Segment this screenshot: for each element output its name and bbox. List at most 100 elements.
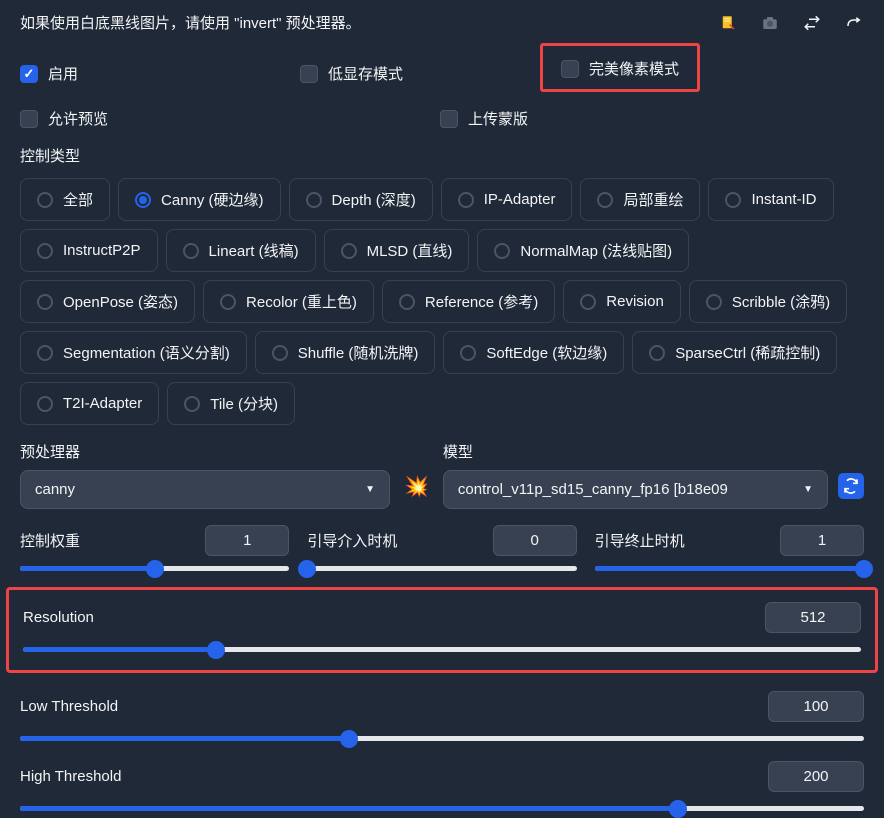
radio-circle (580, 294, 596, 310)
control-type-radio[interactable]: SoftEdge (软边缘) (443, 331, 624, 374)
radio-circle (220, 294, 236, 310)
radio-label: Depth (深度) (332, 189, 416, 210)
low-threshold-slider[interactable] (20, 736, 864, 741)
radio-circle (306, 192, 322, 208)
control-type-radio[interactable]: NormalMap (法线贴图) (477, 229, 689, 272)
model-value: control_v11p_sd15_canny_fp16 [b18e09 (458, 481, 728, 498)
uploadmask-checkbox-item: 上传蒙版 (440, 108, 528, 129)
resolution-label: Resolution (23, 609, 94, 626)
camera-icon[interactable] (760, 13, 780, 33)
refresh-button[interactable] (838, 473, 864, 499)
control-weight-slider[interactable] (20, 566, 289, 571)
control-type-radio[interactable]: Reference (参考) (382, 280, 555, 323)
control-type-radio[interactable]: InstructP2P (20, 229, 158, 272)
radio-label: Segmentation (语义分割) (63, 342, 230, 363)
document-icon[interactable] (718, 13, 738, 33)
radio-circle (725, 192, 741, 208)
radio-circle (597, 192, 613, 208)
control-type-radio[interactable]: Segmentation (语义分割) (20, 331, 247, 374)
control-type-radio[interactable]: Scribble (涂鸦) (689, 280, 847, 323)
control-weight-value[interactable]: 1 (205, 525, 289, 556)
radio-label: T2I-Adapter (63, 395, 142, 412)
arrow-icon[interactable] (844, 13, 864, 33)
control-type-radio[interactable]: MLSD (直线) (324, 229, 470, 272)
radio-label: Lineart (线稿) (209, 240, 299, 261)
control-type-radio[interactable]: Canny (硬边缘) (118, 178, 281, 221)
chevron-down-icon: ▼ (803, 484, 813, 495)
control-type-radio[interactable]: Depth (深度) (289, 178, 433, 221)
radio-label: Canny (硬边缘) (161, 189, 264, 210)
radio-circle (460, 345, 476, 361)
control-type-radio[interactable]: SparseCtrl (稀疏控制) (632, 331, 837, 374)
enable-label: 启用 (48, 63, 78, 84)
pixel-perfect-highlight: 完美像素模式 (540, 43, 700, 92)
radio-label: Revision (606, 293, 664, 310)
control-type-radio[interactable]: OpenPose (姿态) (20, 280, 195, 323)
guidance-start-slider[interactable] (307, 566, 576, 571)
radio-label: MLSD (直线) (367, 240, 453, 261)
control-type-radio[interactable]: IP-Adapter (441, 178, 573, 221)
model-dropdown[interactable]: control_v11p_sd15_canny_fp16 [b18e09 ▼ (443, 470, 828, 509)
control-type-radio[interactable]: Shuffle (随机洗牌) (255, 331, 436, 374)
hint-text: 如果使用白底黑线图片，请使用 "invert" 预处理器。 (20, 12, 361, 33)
guidance-start-label: 引导介入时机 (307, 530, 397, 551)
radio-label: 局部重绘 (623, 189, 683, 210)
allowpreview-checkbox-item: 允许预览 (20, 108, 440, 129)
guidance-start-value[interactable]: 0 (493, 525, 577, 556)
control-type-radio[interactable]: Recolor (重上色) (203, 280, 374, 323)
control-type-radio[interactable]: 全部 (20, 178, 110, 221)
radio-circle (135, 192, 151, 208)
radio-label: Reference (参考) (425, 291, 538, 312)
control-type-group: 全部 Canny (硬边缘) Depth (深度) IP-Adapter 局部重绘 Ins… (20, 178, 864, 425)
radio-circle (494, 243, 510, 259)
uploadmask-checkbox[interactable] (440, 110, 458, 128)
pixelperfect-checkbox[interactable] (561, 60, 579, 78)
radio-circle (706, 294, 722, 310)
radio-circle (272, 345, 288, 361)
radio-label: Recolor (重上色) (246, 291, 357, 312)
control-type-radio[interactable]: Revision (563, 280, 681, 323)
enable-checkbox[interactable] (20, 65, 38, 83)
low-threshold-label: Low Threshold (20, 698, 118, 715)
high-threshold-slider[interactable] (20, 806, 864, 811)
allowpreview-label: 允许预览 (48, 108, 108, 129)
radio-label: OpenPose (姿态) (63, 291, 178, 312)
resolution-slider[interactable] (23, 647, 861, 652)
resolution-value[interactable]: 512 (765, 602, 861, 633)
radio-circle (37, 345, 53, 361)
radio-circle (37, 294, 53, 310)
lowvram-checkbox[interactable] (300, 65, 318, 83)
lowvram-label: 低显存模式 (328, 63, 403, 84)
guidance-end-slider[interactable] (595, 566, 864, 571)
chevron-down-icon: ▼ (365, 484, 375, 495)
uploadmask-label: 上传蒙版 (468, 108, 528, 129)
preprocessor-dropdown[interactable]: canny ▼ (20, 470, 390, 509)
high-threshold-label: High Threshold (20, 768, 121, 785)
control-type-radio[interactable]: Lineart (线稿) (166, 229, 316, 272)
control-type-radio[interactable]: Tile (分块) (167, 382, 295, 425)
control-type-radio[interactable]: T2I-Adapter (20, 382, 159, 425)
enable-checkbox-item: 启用 (20, 55, 300, 92)
radio-circle (649, 345, 665, 361)
swap-icon[interactable] (802, 13, 822, 33)
guidance-end-value[interactable]: 1 (780, 525, 864, 556)
radio-label: Scribble (涂鸦) (732, 291, 830, 312)
preprocessor-label: 预处理器 (20, 441, 390, 462)
control-type-radio[interactable]: 局部重绘 (580, 178, 700, 221)
radio-label: Shuffle (随机洗牌) (298, 342, 419, 363)
radio-circle (37, 396, 53, 412)
control-type-radio[interactable]: Instant-ID (708, 178, 833, 221)
control-weight-label: 控制权重 (20, 530, 80, 551)
radio-label: 全部 (63, 189, 93, 210)
resolution-highlight: Resolution 512 (6, 587, 878, 673)
radio-circle (37, 243, 53, 259)
lowvram-checkbox-item: 低显存模式 (300, 55, 540, 92)
radio-label: Instant-ID (751, 191, 816, 208)
radio-label: NormalMap (法线贴图) (520, 240, 672, 261)
low-threshold-value[interactable]: 100 (768, 691, 864, 722)
high-threshold-value[interactable]: 200 (768, 761, 864, 792)
radio-label: IP-Adapter (484, 191, 556, 208)
radio-circle (183, 243, 199, 259)
spark-icon[interactable]: 💥 (400, 474, 433, 499)
allowpreview-checkbox[interactable] (20, 110, 38, 128)
